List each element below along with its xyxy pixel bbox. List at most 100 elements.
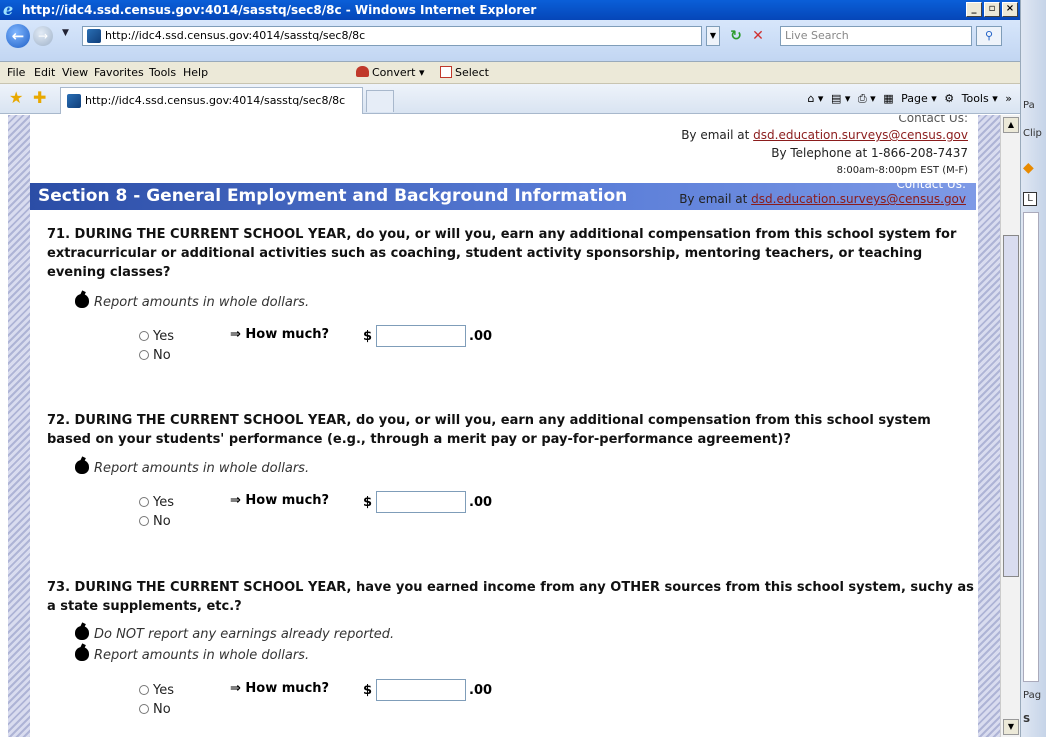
- question-72: 72. DURING THE CURRENT SCHOOL YEAR, do y…: [47, 413, 931, 447]
- section-contact-email: By email at dsd.education.surveys@census…: [679, 192, 966, 206]
- page-scrollbar[interactable]: ▲ ▼: [1000, 115, 1020, 737]
- refresh-icon[interactable]: ↻: [727, 27, 745, 45]
- q72-currency: $: [363, 495, 373, 510]
- q73-how-much-label: ⇒ How much?: [230, 681, 330, 696]
- q72-no-radio[interactable]: [139, 516, 149, 526]
- new-tab-button[interactable]: [366, 90, 394, 112]
- vertical-ruler: [1023, 212, 1039, 682]
- tab-favicon-icon: [67, 94, 81, 108]
- menu-help[interactable]: Help: [183, 62, 208, 84]
- apple-bullet-icon: [75, 294, 89, 308]
- apple-bullet-icon: [75, 647, 89, 661]
- ruler-tab-icon[interactable]: L: [1023, 192, 1037, 206]
- question-72-note: Report amounts in whole dollars.: [75, 460, 309, 476]
- q73-currency: $: [363, 683, 373, 698]
- select-button[interactable]: Select: [440, 62, 489, 84]
- menu-favorites[interactable]: Favorites: [94, 62, 144, 84]
- ie-logo-icon: e: [3, 0, 14, 19]
- scroll-down-button[interactable]: ▼: [1003, 719, 1019, 735]
- stop-icon[interactable]: ✕: [749, 27, 767, 45]
- survey-page: Contact Us: By email at dsd.education.su…: [30, 115, 978, 737]
- question-73-note-1: Do NOT report any earnings already repor…: [75, 626, 394, 642]
- search-input[interactable]: Live Search: [780, 26, 972, 46]
- scroll-up-button[interactable]: ▲: [1003, 117, 1019, 133]
- side-app-panel: Pa Clip ◆ L Pag S: [1020, 0, 1046, 737]
- side-label-clip: Clip: [1023, 128, 1042, 139]
- right-border-stripe: [978, 115, 1000, 737]
- section-contact-email-link[interactable]: dsd.education.surveys@census.gov: [751, 192, 966, 206]
- q73-no-option[interactable]: No: [139, 702, 171, 717]
- menu-bar: File Edit View Favorites Tools Help Conv…: [0, 62, 1020, 84]
- maximize-button[interactable]: ▫: [984, 2, 1000, 17]
- home-icon[interactable]: ⌂ ▾: [807, 92, 823, 105]
- shield-icon: ◆: [1023, 160, 1034, 176]
- q72-yes-option[interactable]: Yes: [139, 495, 174, 510]
- site-favicon-icon: [87, 29, 101, 43]
- question-73-note-2: Report amounts in whole dollars.: [75, 647, 309, 663]
- recent-pages-dropdown[interactable]: ▼: [62, 28, 69, 38]
- apple-bullet-icon: [75, 460, 89, 474]
- address-input[interactable]: http://idc4.ssd.census.gov:4014/sasstq/s…: [82, 26, 702, 46]
- tab-title: http://idc4.ssd.census.gov:4014/sasstq/s…: [85, 94, 346, 107]
- q72-cents: .00: [469, 495, 493, 510]
- question-71-note: Report amounts in whole dollars.: [75, 294, 309, 310]
- window-title: http://idc4.ssd.census.gov:4014/sasstq/s…: [22, 3, 537, 17]
- q71-no-option[interactable]: No: [139, 348, 171, 363]
- q72-yes-radio[interactable]: [139, 497, 149, 507]
- select-icon: [440, 66, 452, 78]
- q71-how-much-label: ⇒ How much?: [230, 327, 330, 342]
- question-71: 71. DURING THE CURRENT SCHOOL YEAR, do y…: [47, 227, 957, 280]
- q73-yes-option[interactable]: Yes: [139, 683, 174, 698]
- side-label-pag: Pag: [1023, 690, 1042, 701]
- page-viewport: Contact Us: By email at dsd.education.su…: [0, 115, 1000, 737]
- add-favorites-icon[interactable]: ✚: [33, 90, 46, 106]
- q72-amount-input[interactable]: [376, 491, 466, 513]
- menu-view[interactable]: View: [62, 62, 88, 84]
- address-toolbar: ← → ▼ http://idc4.ssd.census.gov:4014/sa…: [0, 20, 1020, 62]
- menu-tools[interactable]: Tools: [149, 62, 176, 84]
- tools-menu[interactable]: ⚙ Tools ▾: [944, 92, 998, 105]
- menu-file[interactable]: File: [7, 62, 25, 84]
- window-title-bar: e http://idc4.ssd.census.gov:4014/sasstq…: [0, 0, 1020, 20]
- address-url: http://idc4.ssd.census.gov:4014/sasstq/s…: [105, 29, 366, 42]
- contact-phone: By Telephone at 1-866-208-7437: [771, 146, 968, 160]
- page-menu[interactable]: ▦ Page ▾: [883, 92, 937, 105]
- q73-amount-input[interactable]: [376, 679, 466, 701]
- q72-no-option[interactable]: No: [139, 514, 171, 529]
- q73-yes-radio[interactable]: [139, 685, 149, 695]
- q73-cents: .00: [469, 683, 493, 698]
- side-label-pa: Pa: [1023, 100, 1035, 111]
- search-button[interactable]: ⚲: [976, 26, 1002, 46]
- q72-how-much-label: ⇒ How much?: [230, 493, 330, 508]
- feeds-icon[interactable]: ▤ ▾: [831, 92, 850, 105]
- contact-email-link[interactable]: dsd.education.surveys@census.gov: [753, 128, 968, 142]
- forward-button[interactable]: →: [33, 26, 53, 46]
- favorites-star-icon[interactable]: ★: [9, 90, 23, 106]
- print-icon[interactable]: ⎙ ▾: [858, 92, 876, 105]
- menu-edit[interactable]: Edit: [34, 62, 55, 84]
- convert-icon: [356, 66, 369, 77]
- q71-currency: $: [363, 329, 373, 344]
- left-border-stripe: [8, 115, 30, 737]
- window-controls: _ ▫ ×: [966, 2, 1018, 17]
- q71-amount-input[interactable]: [376, 325, 466, 347]
- section-header: Section 8 - General Employment and Backg…: [30, 177, 976, 210]
- chevron-icon[interactable]: »: [1005, 92, 1012, 105]
- contact-email-line: By email at dsd.education.surveys@census…: [681, 128, 968, 142]
- apple-bullet-icon: [75, 626, 89, 640]
- q73-no-radio[interactable]: [139, 704, 149, 714]
- back-button[interactable]: ←: [6, 24, 30, 48]
- section-contact-heading: Contact Us:: [896, 177, 966, 191]
- q71-yes-radio[interactable]: [139, 331, 149, 341]
- scroll-thumb[interactable]: [1003, 235, 1019, 577]
- q71-yes-option[interactable]: Yes: [139, 329, 174, 344]
- convert-button[interactable]: Convert ▾: [356, 62, 425, 84]
- minimize-button[interactable]: _: [966, 2, 982, 17]
- q71-no-radio[interactable]: [139, 350, 149, 360]
- contact-hours: 8:00am-8:00pm EST (M-F): [836, 165, 968, 176]
- tab-bar: ★ ✚ http://idc4.ssd.census.gov:4014/sass…: [0, 84, 1020, 114]
- command-bar: ⌂ ▾ ▤ ▾ ⎙ ▾ ▦ Page ▾ ⚙ Tools ▾ »: [803, 90, 1012, 108]
- tab-current[interactable]: http://idc4.ssd.census.gov:4014/sasstq/s…: [60, 87, 363, 114]
- close-button[interactable]: ×: [1002, 2, 1018, 17]
- address-dropdown-button[interactable]: ▼: [706, 26, 720, 46]
